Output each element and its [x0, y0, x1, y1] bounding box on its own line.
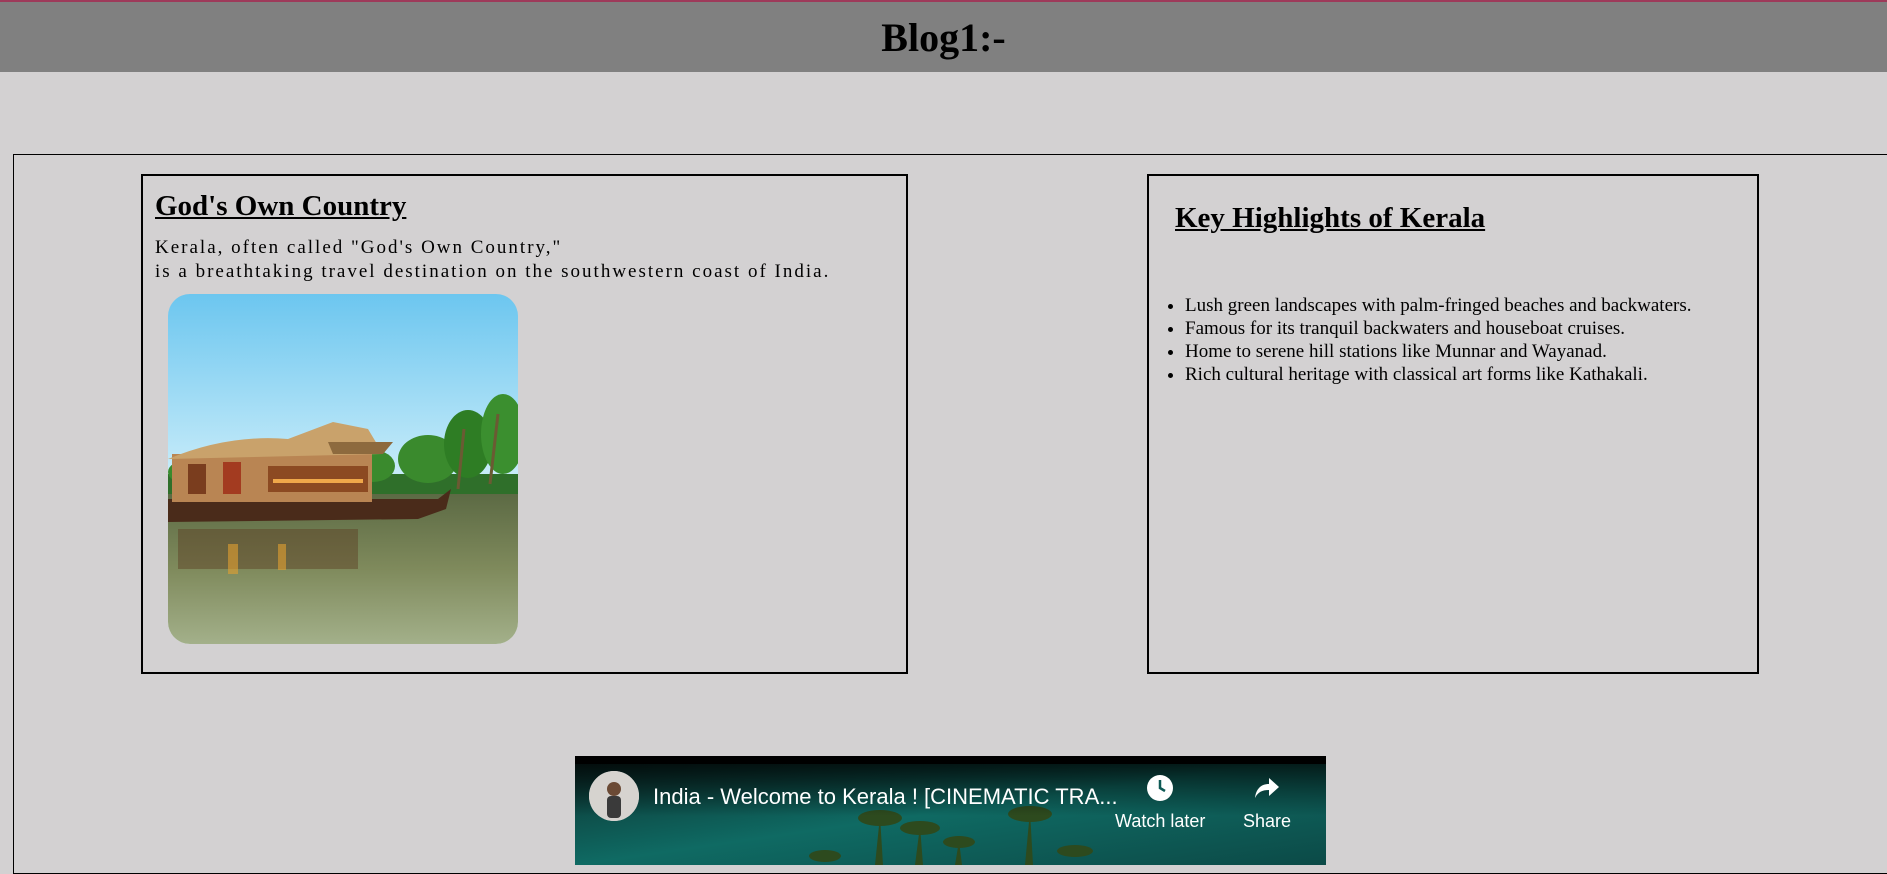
kerala-highlights-card: Key Highlights of Kerala Lush green land… — [1147, 174, 1759, 674]
video-title[interactable]: India - Welcome to Kerala ! [CINEMATIC T… — [653, 784, 1118, 810]
list-item: Home to serene hill stations like Munnar… — [1185, 340, 1691, 363]
video-thumbnail — [575, 756, 1326, 865]
intro-heading: God's Own Country — [155, 190, 407, 222]
channel-avatar[interactable] — [589, 771, 639, 821]
highlights-list: Lush green landscapes with palm-fringed … — [1149, 294, 1691, 386]
intro-description-line2: is a breathtaking travel destination on … — [155, 261, 831, 282]
page-header: Blog1:- — [0, 0, 1887, 72]
intro-description: Kerala, often called "God's Own Country,… — [155, 236, 830, 284]
intro-description-line1: Kerala, often called "God's Own Country,… — [155, 237, 563, 258]
watch-later-label: Watch later — [1115, 811, 1206, 831]
share-label: Share — [1243, 811, 1292, 831]
houseboat-image — [168, 294, 518, 644]
list-item: Lush green landscapes with palm-fringed … — [1185, 294, 1691, 317]
houseboat-photo — [168, 294, 518, 644]
page-title: Blog1:- — [881, 15, 1006, 60]
share-arrow-icon — [1255, 778, 1280, 798]
list-item: Rich cultural heritage with classical ar… — [1185, 363, 1691, 386]
highlights-heading: Key Highlights of Kerala — [1175, 202, 1486, 234]
kerala-intro-card: God's Own Country Kerala, often called "… — [141, 174, 908, 674]
watch-later-button[interactable]: Watch later — [1115, 774, 1205, 832]
list-item: Famous for its tranquil backwaters and h… — [1185, 317, 1691, 340]
share-button[interactable]: Share — [1243, 774, 1291, 832]
youtube-embed[interactable]: India - Welcome to Kerala ! [CINEMATIC T… — [575, 756, 1326, 865]
clock-icon — [1147, 775, 1174, 801]
